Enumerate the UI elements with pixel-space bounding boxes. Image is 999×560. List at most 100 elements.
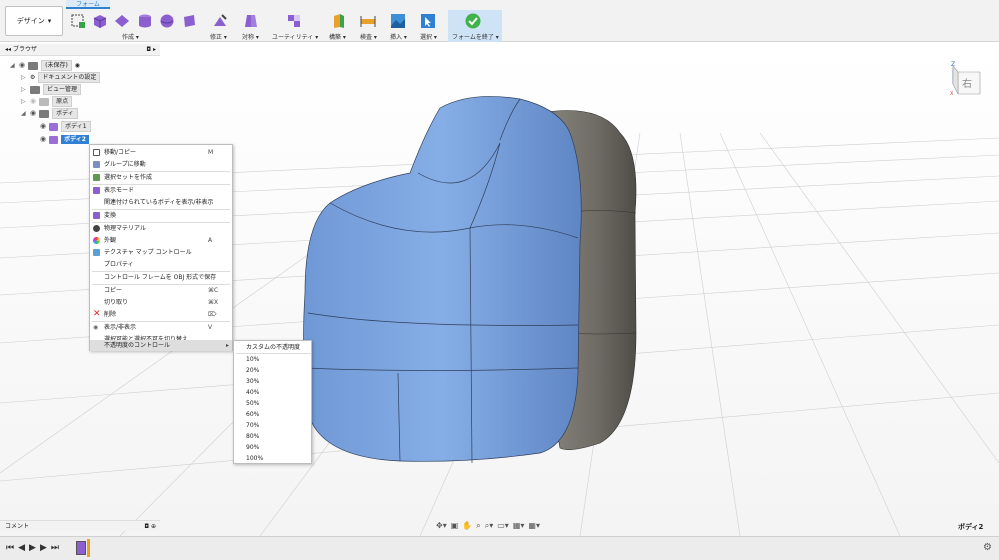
menu-item-physical-material[interactable]: 物理マテリアル (90, 223, 232, 234)
opacity-option-80[interactable]: 80% (234, 431, 311, 442)
eye-hidden-icon[interactable]: ◉ (30, 96, 36, 107)
zoom-icon[interactable]: ⌕ (476, 521, 480, 531)
orbit-icon[interactable]: ✥▾ (436, 521, 447, 531)
timeline-marker[interactable] (87, 539, 90, 557)
utilities-icon[interactable] (286, 13, 302, 29)
tree-collapse-icon[interactable]: ◢ (21, 108, 27, 119)
browser-title: ブラウザ (12, 46, 37, 53)
group-create-text: 作成 (122, 34, 135, 41)
sphere-icon[interactable] (159, 13, 175, 29)
tree-item-view-management[interactable]: ▷ ビュー管理 (21, 84, 82, 95)
group-construct-text: 構築 (329, 34, 342, 41)
menu-item-texture-map[interactable]: テクスチャ マップ コントロール (90, 247, 232, 258)
timeline-playback-controls[interactable]: ⏮◀▶▶⏭ (6, 543, 63, 553)
menu-item-appearance[interactable]: 外観 A (90, 235, 232, 246)
plane-icon[interactable] (114, 13, 130, 29)
modify-icon[interactable] (212, 13, 228, 29)
eye-icon[interactable]: ◉ (40, 121, 46, 132)
group-label-inspect[interactable]: 検査 ▾ (360, 32, 377, 41)
menu-item-display-mode[interactable]: 表示モード (90, 185, 232, 196)
add-comment-icon[interactable]: ◘ ⊕ (144, 521, 156, 531)
group-label-utilities[interactable]: ユーティリティ ▾ (272, 32, 318, 41)
document-name[interactable]: (未保存) (41, 60, 72, 71)
menu-item-create-selection-set[interactable]: 選択セットを作成 (90, 172, 232, 183)
opacity-option-40[interactable]: 40% (234, 387, 311, 398)
group-label-create[interactable]: 作成 ▾ (122, 32, 139, 41)
torus-icon[interactable] (181, 13, 197, 29)
menu-item-move-to-group[interactable]: グループに移動 (90, 159, 232, 170)
look-at-icon[interactable]: ▣ (451, 521, 459, 531)
opacity-option-50[interactable]: 50% (234, 398, 311, 409)
eye-icon[interactable]: ◉ (30, 108, 36, 119)
group-insert-text: 挿入 (390, 34, 403, 41)
tree-item-body2[interactable]: ◉ ボディ2 (40, 134, 89, 145)
tree-expand-icon[interactable]: ▷ (21, 96, 27, 107)
box-sketch-icon[interactable] (70, 13, 86, 29)
group-label-select[interactable]: 選択 ▾ (420, 32, 437, 41)
cylinder-icon[interactable] (137, 13, 153, 29)
symmetry-icon[interactable] (243, 13, 259, 29)
grid-settings-icon[interactable]: ▦▾ (513, 521, 525, 531)
menu-item-properties[interactable]: プロパティ (90, 259, 232, 270)
pan-hand-icon[interactable]: ✋ (462, 521, 472, 531)
tree-label: ドキュメントの設定 (38, 72, 101, 83)
menu-item-convert[interactable]: 変換 (90, 210, 232, 221)
menu-item-move-copy[interactable]: 移動/コピー M (90, 147, 232, 158)
opacity-option-100[interactable]: 100% (234, 453, 311, 464)
tree-item-bodies[interactable]: ◢ ◉ ボディ (21, 108, 78, 119)
group-label-insert[interactable]: 挿入 ▾ (390, 32, 407, 41)
viewcube[interactable]: Z 右 X (950, 60, 984, 96)
tree-item-document-settings[interactable]: ▷ ⚙ ドキュメントの設定 (21, 72, 101, 83)
form-feature-icon[interactable] (76, 541, 86, 555)
workspace-label: デザイン (16, 17, 45, 25)
tab-form[interactable]: フォーム (66, 0, 110, 9)
opacity-option-60[interactable]: 60% (234, 409, 311, 420)
tree-label: ボディ (52, 108, 78, 119)
tree-expand-icon[interactable]: ▷ (21, 72, 27, 83)
menu-item-show-hide[interactable]: ◉ 表示/非表示 V (90, 322, 232, 333)
menu-item-cut[interactable]: 切り取り ⌘X (90, 297, 232, 308)
menu-label: グループに移動 (104, 161, 146, 168)
browser-root-row[interactable]: ◢ ◉ (未保存) ◉ (10, 60, 80, 71)
menu-item-copy[interactable]: コピー ⌘C (90, 285, 232, 296)
menu-item-delete[interactable]: ✕ 削除 ⌦ (90, 309, 232, 320)
tree-expand-icon[interactable]: ▷ (21, 84, 27, 95)
opacity-option-30[interactable]: 30% (234, 376, 311, 387)
group-label-symmetry[interactable]: 対称 ▾ (242, 32, 259, 41)
workspace-switcher-button[interactable]: デザイン ▾ (5, 6, 63, 36)
menu-item-show-hide-associated[interactable]: 関連付けられているボディを表示/非表示 (90, 197, 232, 208)
viewports-icon[interactable]: ▦▾ (528, 521, 540, 531)
panel-close-icon[interactable]: ◘ ▸ (146, 44, 156, 55)
opacity-option-70[interactable]: 70% (234, 420, 311, 431)
select-cursor-icon[interactable] (420, 13, 436, 29)
collapse-arrow-icon[interactable]: ◂◂ (5, 46, 11, 53)
insert-image-icon[interactable] (390, 13, 406, 29)
toolbar: デザイン ▾ フォーム 作成 ▾ 修正 ▾ 対称 ▾ ユーティリティ ▾ 構築 … (0, 0, 999, 42)
browser-header[interactable]: ◂◂ ブラウザ ◘ ▸ (0, 44, 160, 56)
radio-active-icon[interactable]: ◉ (75, 60, 80, 71)
opacity-option-10[interactable]: 10% (234, 354, 311, 365)
group-label-construct[interactable]: 構築 ▾ (329, 32, 346, 41)
gear-icon[interactable]: ⚙ (983, 542, 992, 553)
tree-item-body1[interactable]: ◉ ボディ1 (40, 121, 91, 132)
checkmark-icon (465, 13, 481, 29)
box-icon[interactable] (92, 13, 108, 29)
menu-item-opacity-control[interactable]: 不透明度のコントロール ▸ (90, 340, 232, 351)
menu-label: 移動/コピー (104, 149, 137, 156)
display-settings-icon[interactable]: ▭▾ (497, 521, 509, 531)
menu-label: プロパティ (104, 261, 134, 268)
opacity-option-custom[interactable]: カスタムの不透明度 (234, 342, 311, 353)
eye-icon[interactable]: ◉ (19, 60, 25, 71)
group-label-modify[interactable]: 修正 ▾ (210, 32, 227, 41)
opacity-option-20[interactable]: 20% (234, 365, 311, 376)
eye-icon[interactable]: ◉ (40, 134, 46, 145)
tree-collapse-icon[interactable]: ◢ (10, 60, 16, 71)
comments-panel-header[interactable]: コメント ◘ ⊕ (0, 520, 160, 531)
tree-item-origin[interactable]: ▷ ◉ 原点 (21, 96, 73, 107)
construct-icon[interactable] (331, 13, 347, 29)
menu-item-save-obj[interactable]: コントロール フレームを OBJ 形式で保存 (90, 272, 232, 283)
opacity-option-90[interactable]: 90% (234, 442, 311, 453)
fit-icon[interactable]: ⌕▾ (485, 521, 494, 531)
menu-label: 関連付けられているボディを表示/非表示 (104, 199, 214, 206)
inspect-icon[interactable] (360, 13, 376, 29)
